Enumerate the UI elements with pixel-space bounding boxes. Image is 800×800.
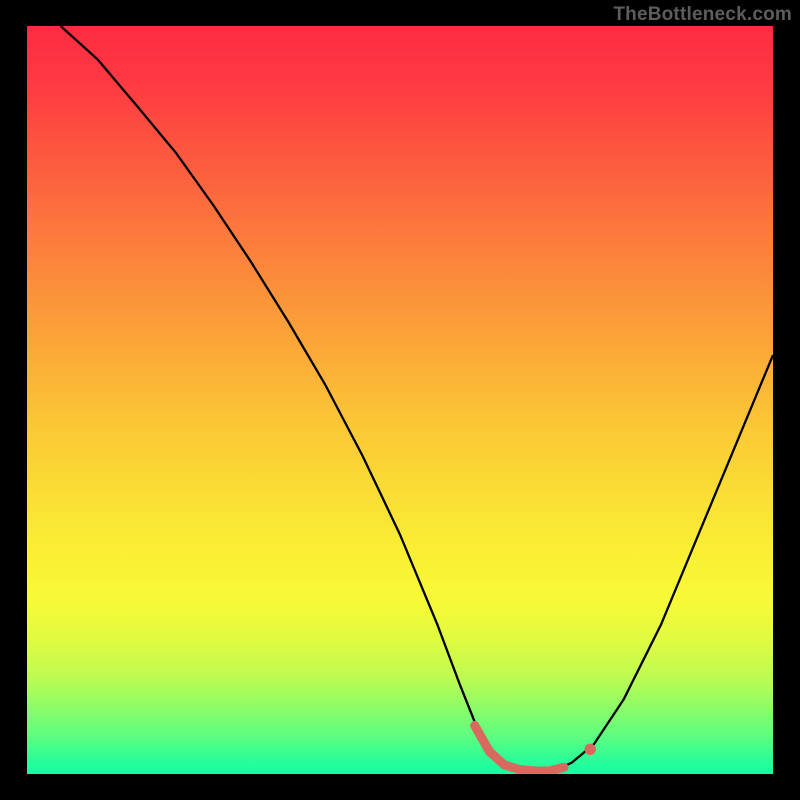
plot-area xyxy=(27,26,773,774)
chart-container: TheBottleneck.com xyxy=(0,0,800,800)
watermark-text: TheBottleneck.com xyxy=(613,4,792,26)
heatmap-gradient xyxy=(27,26,773,774)
